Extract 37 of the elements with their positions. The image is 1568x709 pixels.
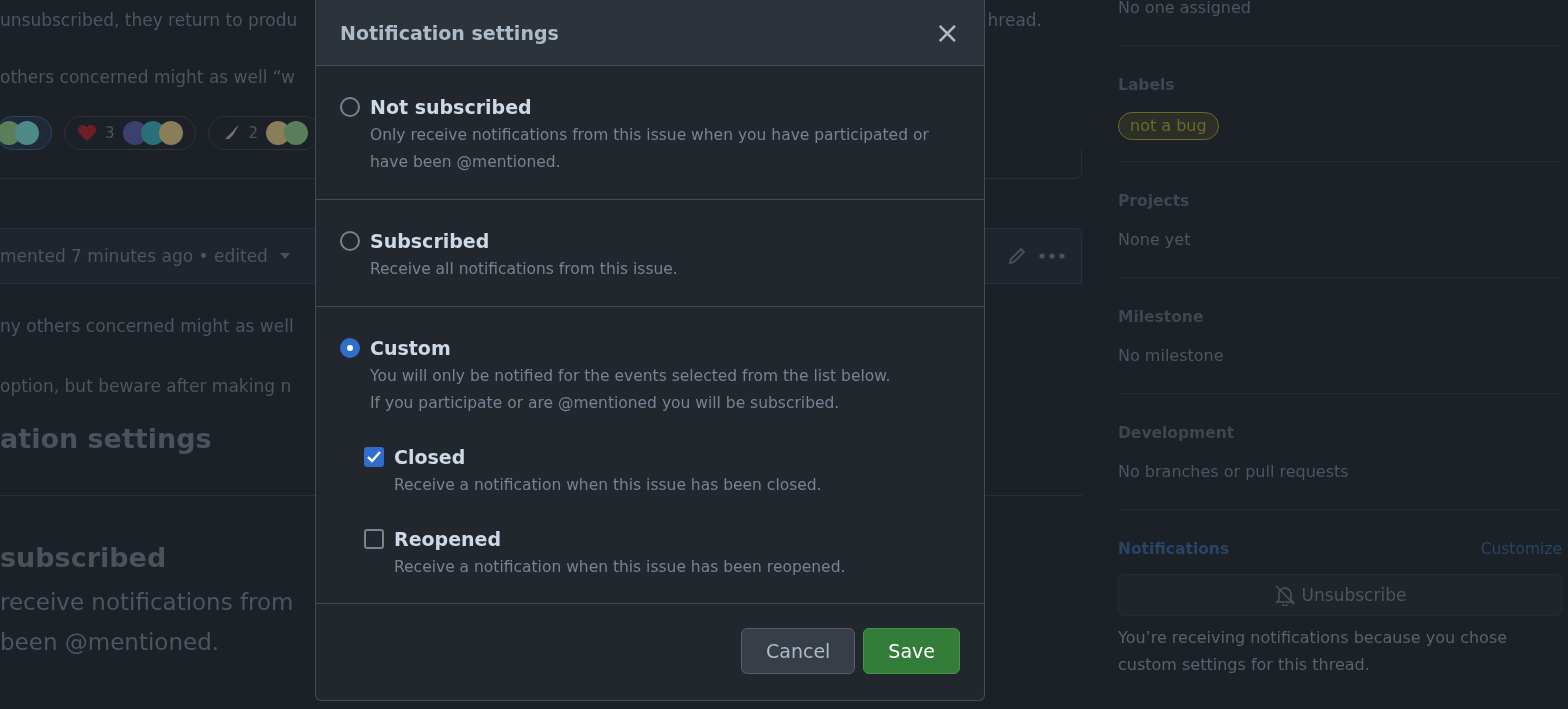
comment-text: unsubscribed, they return to produ — [0, 9, 298, 32]
close-button[interactable]: × — [934, 17, 960, 48]
cancel-button[interactable]: Cancel — [741, 628, 856, 674]
radio-button[interactable] — [340, 231, 360, 251]
option-description: If you participate or are @mentioned you will be subscribed. — [369, 393, 841, 414]
comment-text: option, but beware after making n — [0, 375, 292, 398]
option-label[interactable]: Not subscribed — [370, 96, 532, 118]
section-value: No one assigned — [1118, 0, 1252, 19]
heart-icon — [77, 124, 97, 142]
event-description: Receive a notification when this issue has been reopened. — [393, 557, 847, 578]
comment-text: others concerned might as well “w — [0, 66, 295, 89]
event-description: Receive a notification when this issue has been closed. — [393, 475, 823, 496]
section-value: No branches or pull requests — [1118, 461, 1350, 483]
event-label[interactable]: Reopened — [394, 528, 502, 550]
bell-off-icon — [1273, 584, 1296, 606]
option-description: have been @mentioned. — [369, 152, 562, 173]
option-description: Receive all notifications from this issue. — [369, 259, 679, 280]
dialog-title: Notification settings — [340, 21, 559, 44]
comment-text: been @mentioned. — [0, 628, 220, 657]
comment-text: hread. — [987, 9, 1043, 32]
section-value: None yet — [1118, 229, 1192, 251]
checkbox[interactable] — [364, 529, 384, 549]
option-description: Only receive notifications from this issue when you have participated or — [369, 125, 930, 146]
notification-note: You’re receiving notifications because you chose custom settings for this thread. — [1118, 627, 1509, 676]
comment-text: ny others concerned might as well — [0, 315, 294, 338]
radio-button[interactable] — [340, 338, 360, 358]
option-description: You will only be notified for the events selected from the list below. — [369, 366, 892, 387]
comment-text: receive notifications from — [0, 588, 294, 617]
section-title: Notifications — [1118, 539, 1230, 560]
save-button[interactable]: Save — [863, 628, 960, 674]
section-value: No milestone — [1118, 345, 1225, 367]
checkbox[interactable] — [364, 447, 384, 467]
event-label[interactable]: Closed — [394, 446, 466, 468]
option-label[interactable]: Subscribed — [370, 230, 490, 252]
radio-button[interactable] — [340, 97, 360, 117]
reaction-button[interactable] — [0, 116, 52, 150]
option-label[interactable]: Custom — [370, 337, 451, 359]
